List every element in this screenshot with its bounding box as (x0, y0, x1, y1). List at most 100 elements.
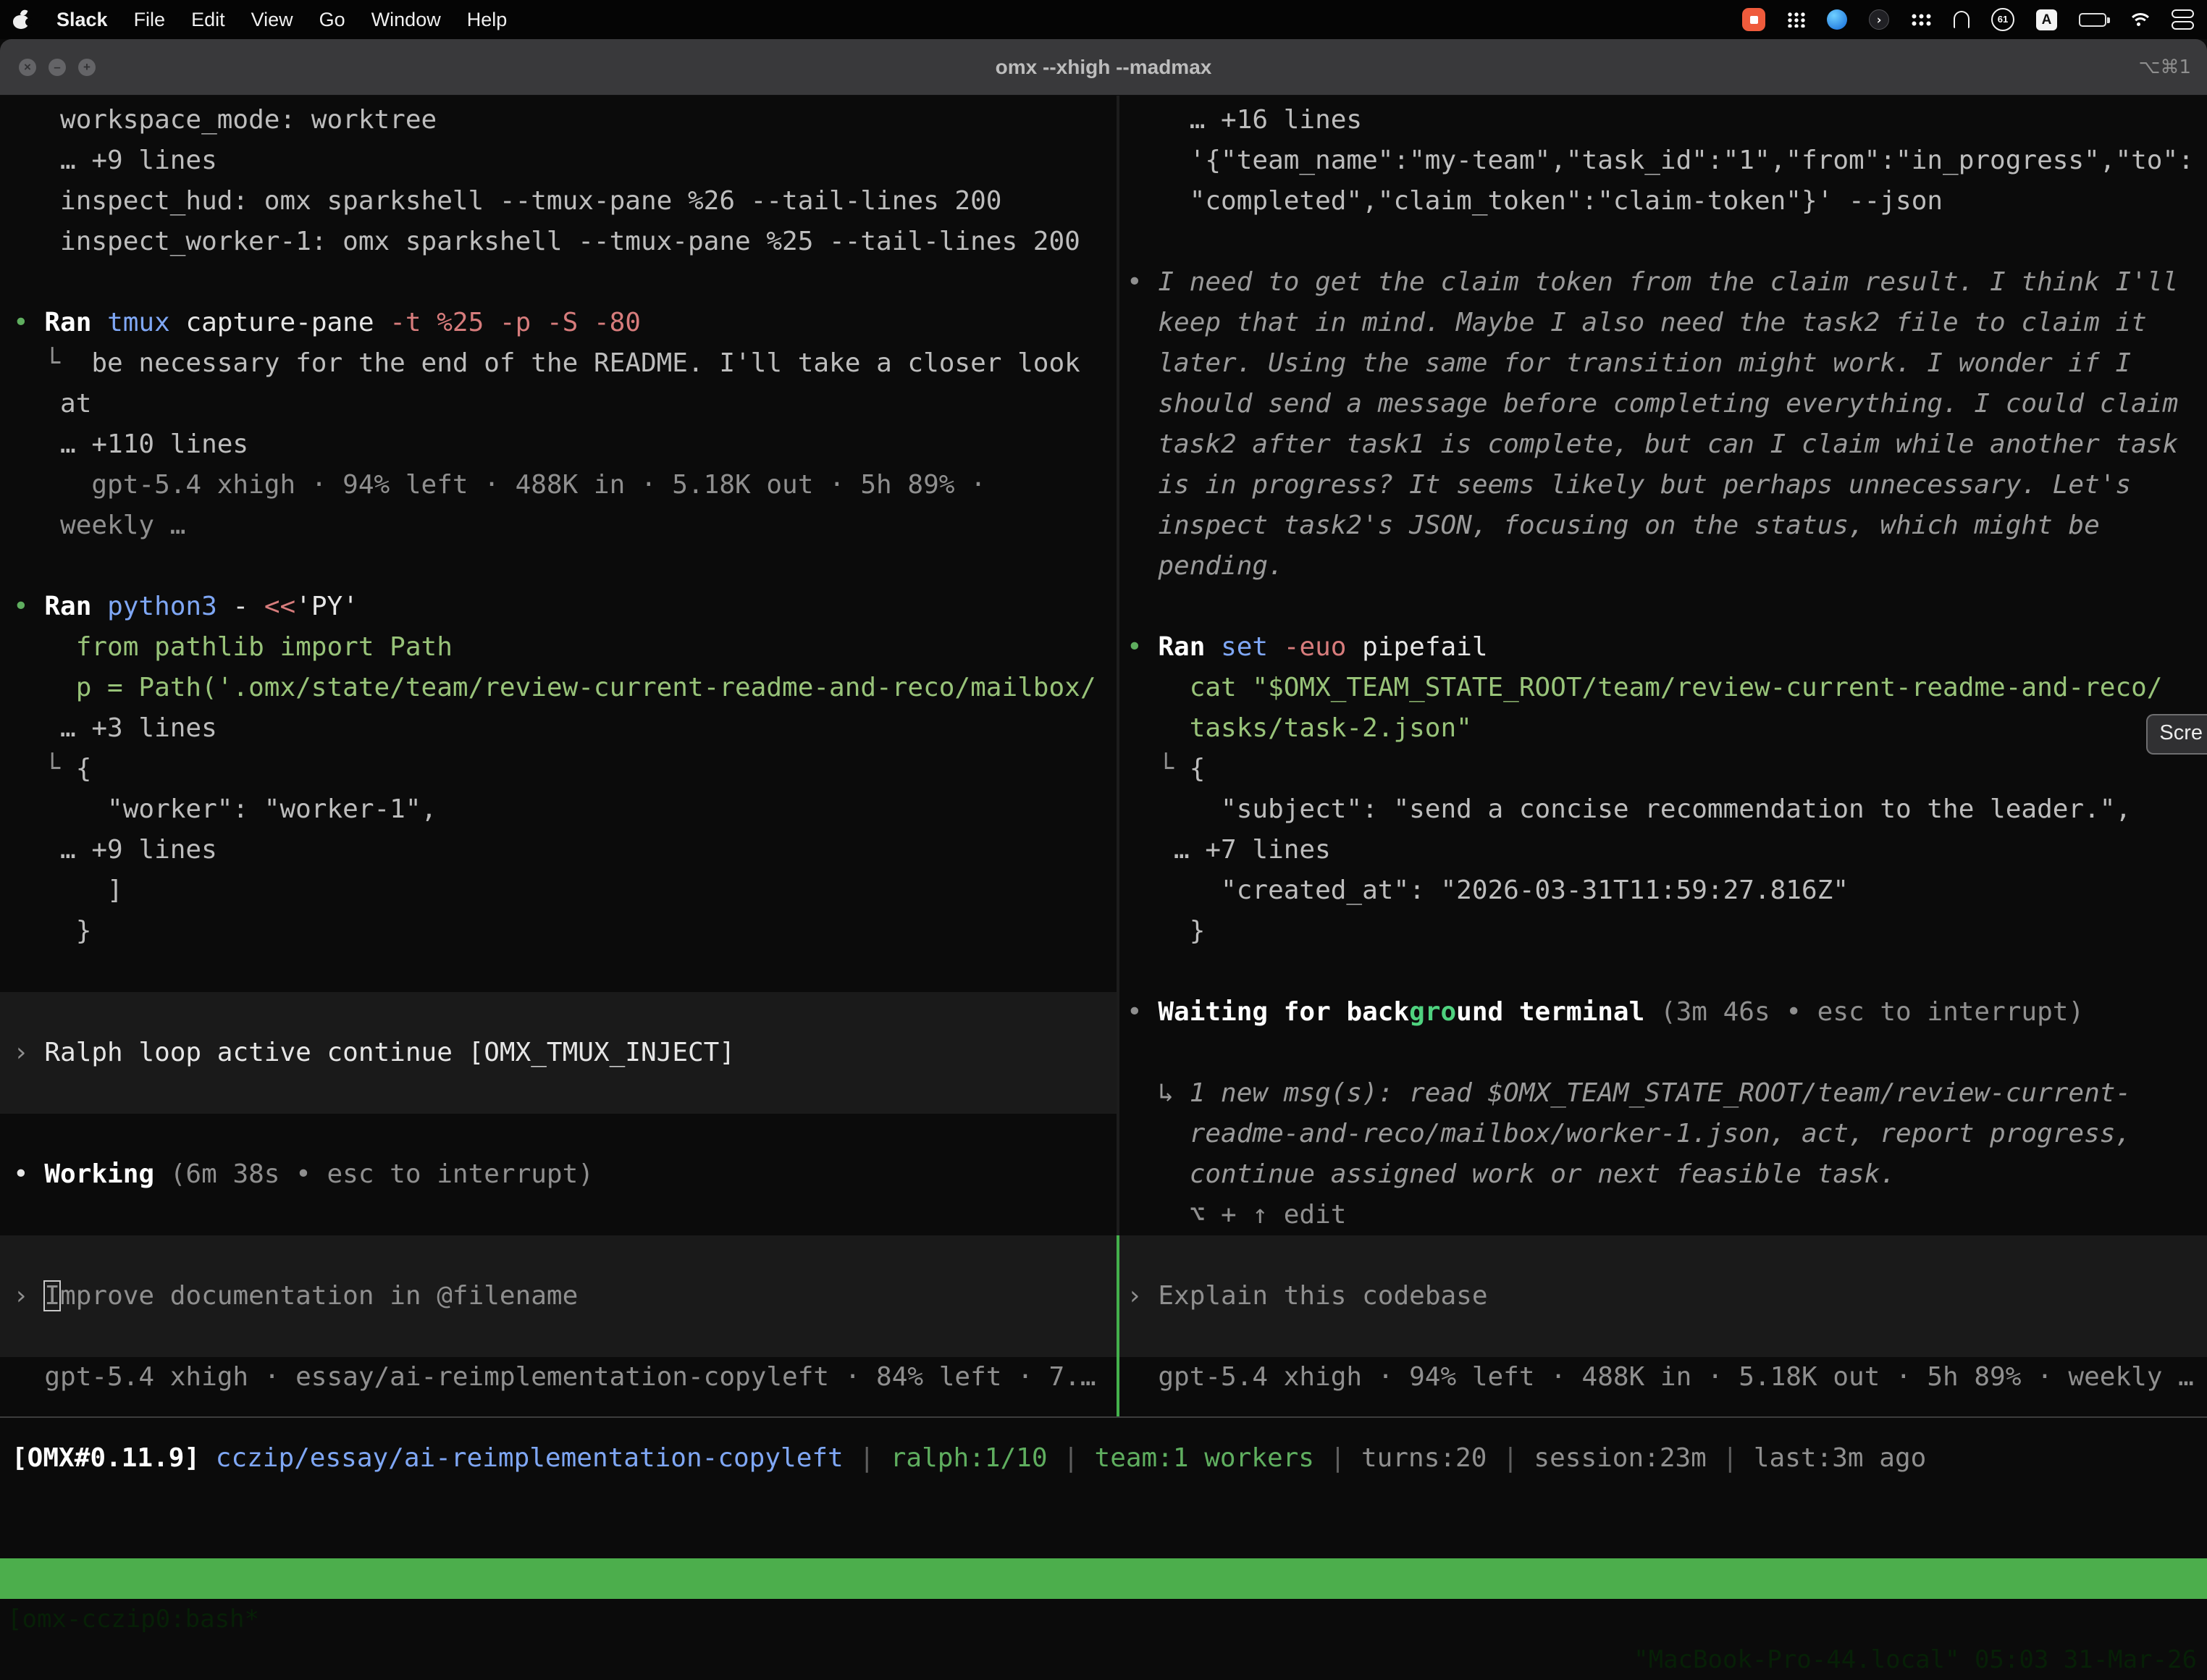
terminal-line: "completed","claim_token":"claim-token"}… (1119, 181, 2207, 222)
terminal-line: • Ran python3 - <<'PY' (0, 587, 1117, 627)
terminal-line: gpt-5.4 xhigh · essay/ai-reimplementatio… (0, 1357, 1117, 1398)
window-shortcut-hint: ⌥⌘1 (2138, 39, 2191, 96)
terminal-line: "subject": "send a concise recommendatio… (1119, 789, 2207, 830)
terminal-line: • Ran tmux capture-pane -t %25 -p -S -80 (0, 303, 1117, 343)
prompt-band-line[interactable] (0, 1073, 1117, 1114)
window-title-bar: × – + omx --xhigh --madmax ⌥⌘1 (0, 39, 2207, 96)
terminal-line: └ be necessary for the end of the README… (0, 343, 1117, 384)
prompt-band-line[interactable] (1119, 1235, 2207, 1276)
terminal-line: … +110 lines (0, 424, 1117, 465)
terminal-line: should send a message before completing … (1119, 384, 2207, 424)
terminal-line: ↳ 1 new msg(s): read $OMX_TEAM_STATE_ROO… (1119, 1073, 2207, 1114)
dots-grid-icon[interactable] (1911, 13, 1932, 27)
terminal-line (0, 1195, 1117, 1235)
menu-status-icons: › 61 A (1742, 8, 2194, 31)
terminal-line: • Working (6m 38s • esc to interrupt) (0, 1154, 1117, 1195)
control-center-icon[interactable] (2172, 9, 2194, 30)
terminal-line (1119, 952, 2207, 992)
prompt-band-line[interactable]: › Improve documentation in @filename (0, 1276, 1117, 1316)
terminal-line (0, 1114, 1117, 1154)
blue-app-icon[interactable] (1827, 9, 1847, 30)
terminal-line: later. Using the same for transition mig… (1119, 343, 2207, 384)
menu-item-file[interactable]: File (134, 9, 166, 31)
screen-edge-tooltip: Scre (2146, 714, 2207, 755)
terminal-line: … +9 lines (0, 140, 1117, 181)
apple-menu-icon[interactable] (13, 9, 30, 30)
terminal-line: } (0, 911, 1117, 952)
terminal-line: … +16 lines (1119, 100, 2207, 140)
terminal-line: … +7 lines (1119, 830, 2207, 870)
status-separator (0, 1416, 2207, 1418)
terminal-line: from pathlib import Path (0, 627, 1117, 668)
terminal-line: '{"team_name":"my-team","task_id":"1","f… (1119, 140, 2207, 181)
terminal-line: tasks/task-2.json" (1119, 708, 2207, 749)
screen-recording-stop-icon[interactable] (1742, 8, 1765, 31)
prompt-band-line[interactable] (0, 1235, 1117, 1276)
prompt-band-line[interactable]: › Ralph loop active continue [OMX_TMUX_I… (0, 1033, 1117, 1073)
terminal-line: continue assigned work or next feasible … (1119, 1154, 2207, 1195)
menu-left: Slack File Edit View Go Window Help (13, 9, 507, 31)
terminal-line (1119, 1033, 2207, 1073)
wifi-icon[interactable] (2128, 12, 2150, 28)
terminal-line: … +9 lines (0, 830, 1117, 870)
terminal-line: p = Path('.omx/state/team/review-current… (0, 668, 1117, 708)
terminal-line: is in progress? It seems likely but perh… (1119, 465, 2207, 505)
terminal-line: weekly … (0, 505, 1117, 546)
menu-item-view[interactable]: View (251, 9, 293, 31)
terminal-app-icon[interactable]: › (1869, 9, 1889, 30)
terminal-line: readme-and-reco/mailbox/worker-1.json, a… (1119, 1114, 2207, 1154)
terminal-line (0, 262, 1117, 303)
terminal-line: task2 after task1 is complete, but can I… (1119, 424, 2207, 465)
menu-item-edit[interactable]: Edit (191, 9, 225, 31)
terminal-line: ⌥ + ↑ edit (1119, 1195, 2207, 1235)
terminal-line (1119, 222, 2207, 262)
macos-menu-bar: Slack File Edit View Go Window Help › 61 A (0, 0, 2207, 39)
terminal-line: "created_at": "2026-03-31T11:59:27.816Z" (1119, 870, 2207, 911)
terminal-pane-left[interactable]: workspace_mode: worktree … +9 lines insp… (0, 96, 1117, 1416)
tmux-host-clock: "MacBook-Pro-44.local" 05:03 31-Mar-26 (1634, 1639, 2197, 1680)
menu-items: File Edit View Go Window Help (134, 9, 508, 31)
terminal-line: inspect_worker-1: omx sparkshell --tmux-… (0, 222, 1117, 262)
terminal-line: • Waiting for background terminal (3m 46… (1119, 992, 2207, 1033)
terminal-line: ] (0, 870, 1117, 911)
menu-app-name[interactable]: Slack (56, 9, 108, 31)
terminal-line: pending. (1119, 546, 2207, 587)
ghostty-icon[interactable] (1954, 11, 1970, 28)
launchpad-grid-icon[interactable] (1787, 12, 1805, 28)
terminal-right-lines: … +16 lines '{"team_name":"my-team","tas… (1119, 96, 2207, 1398)
prompt-band-line[interactable] (0, 992, 1117, 1033)
screen: { "window": { "title": "omx --xhigh --ma… (0, 0, 2207, 1616)
menu-item-go[interactable]: Go (319, 9, 345, 31)
terminal-line: gpt-5.4 xhigh · 94% left · 488K in · 5.1… (0, 465, 1117, 505)
terminal-line: gpt-5.4 xhigh · 94% left · 488K in · 5.1… (1119, 1357, 2207, 1398)
terminal-line: cat "$OMX_TEAM_STATE_ROOT/team/review-cu… (1119, 668, 2207, 708)
menu-item-window[interactable]: Window (371, 9, 441, 31)
terminal-line: • Ran set -euo pipefail (1119, 627, 2207, 668)
battery-percent-badge[interactable]: 61 (1991, 8, 2014, 31)
omx-status-line: [OMX#0.11.9] cczip/essay/ai-reimplementa… (12, 1438, 1926, 1479)
terminal-line: └ { (0, 749, 1117, 789)
tmux-status-bar: [omx-cczip0:bash* "MacBook-Pro-44.local"… (0, 1558, 2207, 1599)
terminal-line: } (1119, 911, 2207, 952)
terminal-line (0, 546, 1117, 587)
prompt-band-line[interactable]: › Explain this codebase (1119, 1276, 2207, 1316)
prompt-band-line[interactable] (1119, 1316, 2207, 1357)
terminal-left-lines: workspace_mode: worktree … +9 lines insp… (0, 96, 1117, 1398)
terminal-line: at (0, 384, 1117, 424)
terminal-line: • I need to get the claim token from the… (1119, 262, 2207, 303)
terminal-line: └ { (1119, 749, 2207, 789)
terminal-line: workspace_mode: worktree (0, 100, 1117, 140)
terminal-line (1119, 587, 2207, 627)
terminal-line: inspect task2's JSON, focusing on the st… (1119, 505, 2207, 546)
terminal-line: … +3 lines (0, 708, 1117, 749)
prompt-band-line[interactable] (0, 1316, 1117, 1357)
terminal-line: inspect_hud: omx sparkshell --tmux-pane … (0, 181, 1117, 222)
battery-icon[interactable] (2079, 13, 2106, 27)
input-source-icon[interactable]: A (2036, 9, 2057, 30)
terminal-line: keep that in mind. Maybe I also need the… (1119, 303, 2207, 343)
tmux-session-label[interactable]: [omx-cczip0:bash* (7, 1599, 259, 1639)
window-title: omx --xhigh --madmax (0, 39, 2207, 96)
menu-item-help[interactable]: Help (467, 9, 508, 31)
terminal-pane-right[interactable]: … +16 lines '{"team_name":"my-team","tas… (1119, 96, 2207, 1416)
terminal-line (0, 952, 1117, 992)
